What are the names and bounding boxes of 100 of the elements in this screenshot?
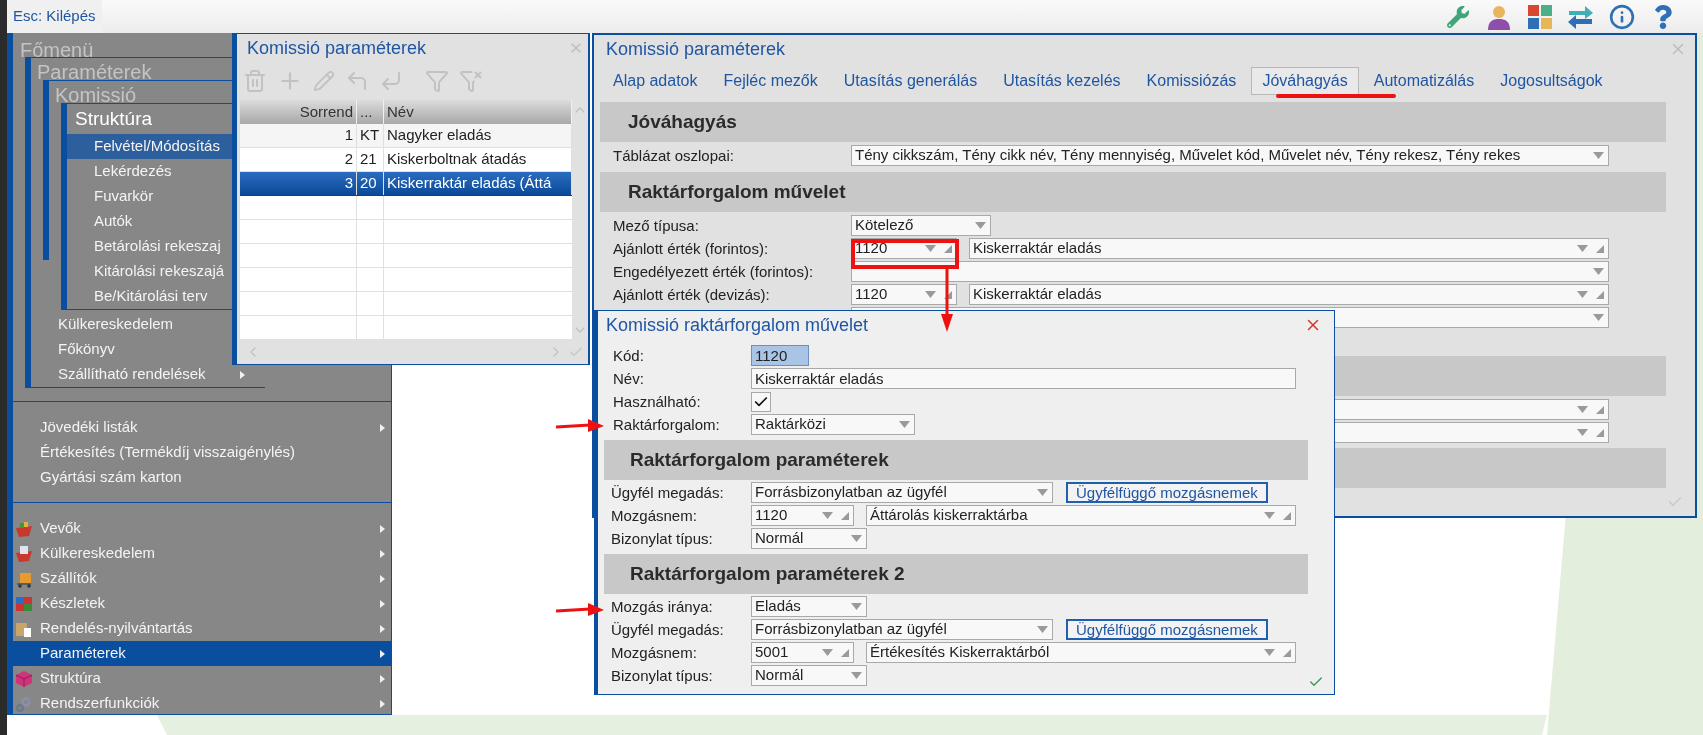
move-up-icon[interactable] <box>345 69 369 93</box>
menu-item[interactable]: Autók <box>67 209 236 234</box>
checkbox[interactable] <box>751 391 771 412</box>
menu-item[interactable]: Értékesítés (Termékdíj visszaigénylés) <box>13 440 391 465</box>
basket-icon <box>15 544 33 563</box>
table-cell: 2 <box>240 148 357 171</box>
dropdown-arrow-icon <box>975 222 986 229</box>
client-movements-button[interactable]: Ügyfélfüggő mozgásnemek <box>1066 619 1268 640</box>
table-cell: 1 <box>240 124 357 147</box>
swap-arrows-icon[interactable] <box>1567 3 1594 30</box>
dropdown-arrow-icon <box>1593 268 1604 275</box>
blocks-icon <box>15 594 33 613</box>
tiles-icon[interactable] <box>1527 4 1552 29</box>
menu-item[interactable]: Szállítható rendelések <box>31 362 265 387</box>
menu-item[interactable]: Vevők <box>13 516 391 541</box>
table-cell: KT <box>357 124 384 147</box>
dropdown-arrow-icon <box>1577 406 1588 413</box>
menu-item[interactable]: Jövedéki listák <box>13 415 391 440</box>
filter-clear-icon[interactable] <box>459 69 483 93</box>
code-field[interactable]: 1120 <box>851 284 957 305</box>
section-header: Raktárforgalom paraméterek <box>604 440 1308 480</box>
select-field[interactable]: Forrásbizonylatban az ügyfél <box>751 482 1053 503</box>
dropdown-arrow-icon <box>1593 152 1604 159</box>
dropdown-field[interactable]: Értékesítés Kiskerraktárból <box>866 642 1296 663</box>
tab[interactable]: Komissiózás <box>1135 67 1248 95</box>
menu-item[interactable]: Paraméterek <box>13 641 391 666</box>
code-field[interactable]: 1120 <box>751 505 854 526</box>
code-field[interactable]: 1120 <box>751 345 809 366</box>
dropdown-field[interactable]: Kiskerraktár eladás <box>969 284 1609 305</box>
name-field[interactable]: Kiskerraktár eladás <box>751 368 1296 389</box>
dropdown-field[interactable]: Áttárolás kiskerraktárba <box>866 505 1296 526</box>
menu-item[interactable]: Lekérdezés <box>67 159 236 184</box>
menu-item[interactable]: Rendszerfunkciók <box>13 691 391 716</box>
menu-item[interactable]: Fuvarkör <box>67 184 236 209</box>
resize-grip-icon <box>1283 511 1291 520</box>
tab[interactable]: Fejléc mezők <box>712 67 829 95</box>
field-label: Mező típusa: <box>613 216 699 234</box>
table-row[interactable]: 1 KT Nagyker eladás <box>240 124 572 148</box>
dropdown-field[interactable] <box>851 261 1609 282</box>
pencil-icon[interactable] <box>313 70 335 92</box>
select-field[interactable]: Forrásbizonylatban az ügyfél <box>751 619 1053 640</box>
field-label: Táblázat oszlopai: <box>613 146 734 164</box>
select-field[interactable]: Normál <box>751 665 867 686</box>
section-header: Raktárforgalom művelet <box>600 172 1666 212</box>
menu-item[interactable]: Külkereskedelem <box>13 541 391 566</box>
menu-item[interactable]: Struktúra <box>13 666 391 691</box>
field-label: Engedélyezett érték (forintos): <box>613 262 814 280</box>
menu-item[interactable]: Be/Kitárolási terv <box>67 284 236 309</box>
resize-grip-icon <box>1596 290 1604 299</box>
resize-grip-icon <box>1596 405 1604 414</box>
dropdown-arrow-icon <box>822 512 833 519</box>
info-icon[interactable] <box>1608 3 1635 30</box>
menu-item[interactable]: Betárolási rekeszaj <box>67 234 236 259</box>
dropdown-arrow-icon <box>1593 314 1604 321</box>
menu-item[interactable]: Szállítók <box>13 566 391 591</box>
tab[interactable]: Alap adatok <box>602 67 709 95</box>
dropdown-arrow-icon <box>1264 512 1275 519</box>
submenu-arrow-icon <box>380 574 385 583</box>
field-label: Név: <box>613 369 644 387</box>
code-field[interactable]: 5001 <box>751 642 854 663</box>
filter-icon[interactable] <box>425 69 449 93</box>
menu-title: Struktúra <box>75 106 153 131</box>
resize-grip-icon <box>944 244 952 253</box>
select-field[interactable]: Raktárközi <box>751 414 915 435</box>
field-label: Mozgásnem: <box>611 643 697 661</box>
tab[interactable]: Utasítás generálás <box>832 67 989 95</box>
select-field[interactable]: Eladás <box>751 596 867 617</box>
menu-item[interactable]: Gyártási szám karton <box>13 465 391 490</box>
dropdown-arrow-icon <box>1264 649 1275 656</box>
move-down-icon[interactable] <box>379 69 403 93</box>
field-label: Mozgásnem: <box>611 506 697 524</box>
dropdown-field[interactable]: Kiskerraktár eladás <box>969 238 1609 259</box>
table-row[interactable]: 3 20 Kiskerraktár eladás (Áttá <box>240 172 572 196</box>
tab[interactable]: Jogosultságok <box>1489 67 1614 95</box>
tab[interactable]: Jóváhagyás <box>1251 67 1359 95</box>
window-title: Komissió paraméterek <box>247 36 428 60</box>
menu-item[interactable]: Készletek <box>13 591 391 616</box>
pointer-arrow <box>556 419 604 433</box>
menu-item[interactable]: Kitárolási rekeszajá <box>67 259 236 284</box>
tab[interactable]: Automatizálás <box>1362 67 1486 95</box>
cube-icon <box>15 669 33 688</box>
table-cell: Nagyker eladás <box>384 124 572 147</box>
dropdown-arrow-icon <box>851 672 862 679</box>
user-icon[interactable] <box>1485 3 1512 30</box>
tab[interactable]: Utasítás kezelés <box>992 67 1132 95</box>
select-field[interactable]: Normál <box>751 528 867 549</box>
trash-icon[interactable] <box>243 69 267 93</box>
menu-item[interactable]: Rendelés-nyilvántartás <box>13 616 391 641</box>
exit-button[interactable]: Esc: Kilépés <box>7 0 102 33</box>
dropdown-arrow-icon <box>1037 626 1048 633</box>
submenu-arrow-icon <box>380 624 385 633</box>
client-movements-button[interactable]: Ügyfélfüggő mozgásnemek <box>1066 482 1268 503</box>
resize-grip-icon <box>841 648 849 657</box>
wrench-icon[interactable] <box>1446 5 1469 28</box>
field-label: Bizonylat típus: <box>611 666 713 684</box>
select-field[interactable]: Kötelező <box>851 215 991 236</box>
window-title: Komissió paraméterek <box>606 37 787 61</box>
submenu-arrow-icon <box>380 649 385 658</box>
menu-title: Komissió <box>55 84 137 106</box>
dropdown-field[interactable]: Tény cikkszám, Tény cikk név, Tény mennyiség, Művelet kód, Művelet név, Tény rekesz, Tény rekes <box>851 145 1609 166</box>
